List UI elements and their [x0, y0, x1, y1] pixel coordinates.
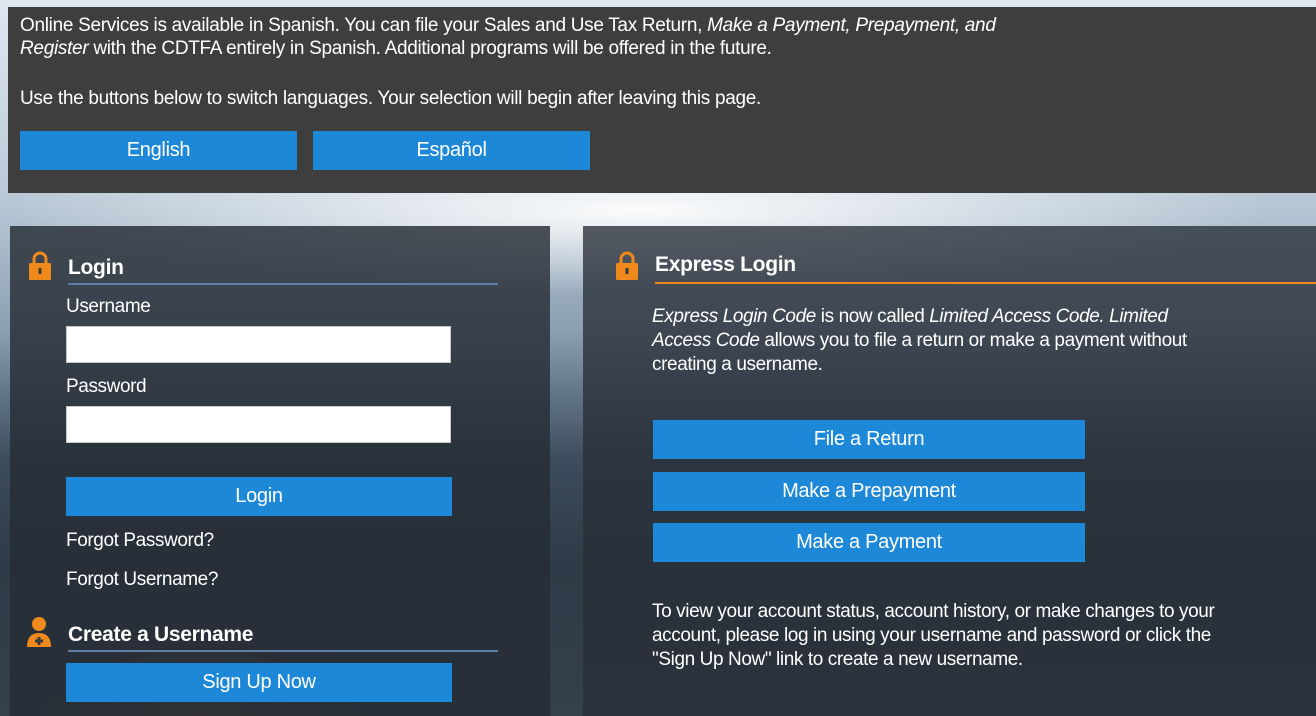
express-text-italic: Access Code	[652, 330, 760, 351]
create-heading-rule	[68, 650, 498, 652]
lock-icon	[616, 251, 638, 280]
login-heading-rule	[68, 283, 498, 285]
forgot-username-link[interactable]: Forgot Username?	[66, 569, 218, 591]
banner-text: with the CDTFA entirely in Spanish. Addi…	[88, 38, 772, 59]
express-text: is now called	[815, 306, 930, 327]
express-login-panel: Express Login Express Login Code is now …	[583, 226, 1316, 716]
banner-instruction: Use the buttons below to switch language…	[20, 88, 762, 109]
account-info-line-2: account, please log in using your userna…	[652, 625, 1211, 646]
person-icon	[27, 617, 51, 647]
password-input[interactable]	[66, 406, 451, 443]
username-label: Username	[66, 296, 151, 317]
banner-text-line-1: Online Services is available in Spanish.…	[20, 14, 996, 38]
express-text: allows you to file a return or make a pa…	[759, 330, 1187, 351]
account-info-line-3: "Sign Up Now" link to create a new usern…	[652, 649, 1023, 670]
express-login-heading: Express Login	[655, 253, 796, 276]
language-banner: Online Services is available in Spanish.…	[8, 7, 1316, 193]
express-heading-rule	[655, 282, 1316, 284]
file-a-return-button[interactable]: File a Return	[653, 420, 1085, 459]
sign-up-now-button[interactable]: Sign Up Now	[66, 663, 452, 702]
express-text-italic: Limited Access Code. Limited	[929, 306, 1168, 327]
express-description-line-3: creating a username.	[652, 354, 823, 375]
express-description: Express Login Code is now called Limited…	[652, 305, 1187, 377]
password-label: Password	[66, 376, 147, 397]
username-input[interactable]	[66, 326, 451, 363]
account-info-line-1: To view your account status, account his…	[652, 601, 1215, 622]
express-description-line-2: Access Code allows you to file a return …	[652, 329, 1187, 353]
login-heading: Login	[68, 256, 124, 279]
page-background: Online Services is available in Spanish.…	[0, 0, 1316, 716]
english-button[interactable]: English	[20, 131, 297, 170]
login-panel: Login Username Password Login Forgot Pas…	[10, 226, 550, 716]
express-text-italic: Express Login Code	[652, 306, 816, 327]
login-button[interactable]: Login	[66, 477, 452, 516]
lock-icon	[29, 251, 51, 280]
forgot-password-link[interactable]: Forgot Password?	[66, 530, 214, 552]
create-username-heading: Create a Username	[68, 623, 254, 646]
account-info-text: To view your account status, account his…	[652, 600, 1215, 672]
make-a-prepayment-button[interactable]: Make a Prepayment	[653, 472, 1085, 511]
banner-text-italic: Make a Payment, Prepayment, and	[707, 15, 996, 36]
spanish-button[interactable]: Español	[313, 131, 590, 170]
express-description-line-1: Express Login Code is now called Limited…	[652, 305, 1187, 329]
banner-text-italic: Register	[20, 38, 89, 59]
banner-text-line-2: Register with the CDTFA entirely in Span…	[20, 37, 772, 61]
make-a-payment-button[interactable]: Make a Payment	[653, 523, 1085, 562]
banner-text: Online Services is available in Spanish.…	[20, 15, 708, 36]
